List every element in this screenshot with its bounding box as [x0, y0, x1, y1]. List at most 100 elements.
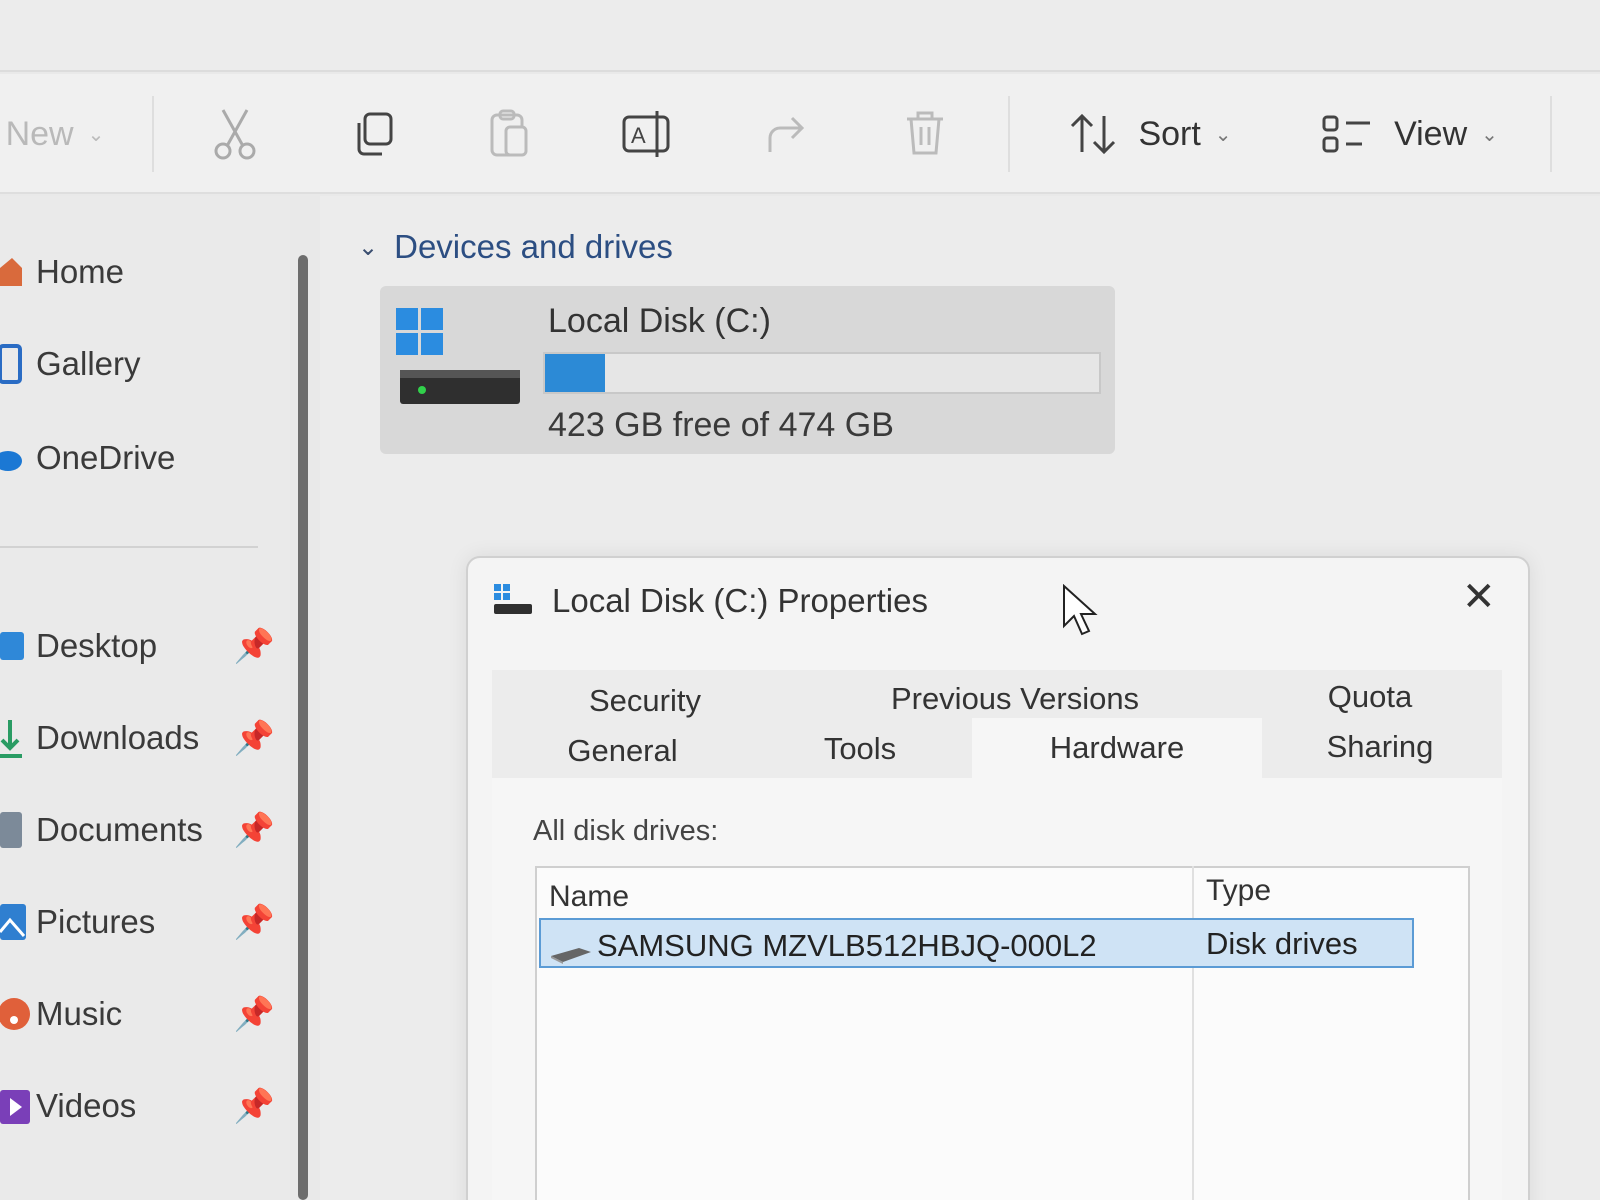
tab-quota[interactable]: Quota: [1300, 672, 1440, 722]
tab-previous-versions[interactable]: Previous Versions: [865, 674, 1165, 724]
trash-icon: [907, 111, 943, 155]
tab-general[interactable]: General: [535, 726, 710, 776]
rename-button[interactable]: A: [612, 74, 682, 194]
tab-label: Sharing: [1326, 729, 1434, 764]
toolbar-divider: [1550, 96, 1552, 172]
section-title: Devices and drives: [394, 228, 673, 265]
sidebar-item-desktop[interactable]: Desktop 📌: [0, 616, 285, 676]
pin-icon[interactable]: 📌: [234, 811, 275, 850]
pin-icon[interactable]: 📌: [234, 1087, 275, 1126]
music-icon: [0, 994, 34, 1034]
documents-icon: [0, 810, 34, 850]
home-icon: [0, 254, 34, 290]
tab-sharing[interactable]: Sharing: [1290, 722, 1470, 772]
svg-text:A: A: [631, 123, 646, 148]
sidebar-item-label: Videos: [36, 1087, 137, 1124]
sidebar-item-videos[interactable]: Videos 📌: [0, 1076, 285, 1136]
share-icon: [768, 116, 805, 152]
sidebar-item-label: Desktop: [36, 627, 158, 664]
windows-logo-icon: [396, 308, 443, 355]
sort-icon: [1071, 113, 1116, 155]
tab-label: Hardware: [1049, 730, 1185, 765]
paste-button[interactable]: [475, 74, 545, 194]
paste-icon: [490, 109, 528, 157]
drive-properties-icon: [494, 584, 532, 614]
desktop-icon: [0, 630, 34, 662]
window-title-bar: [0, 0, 1600, 72]
sidebar-item-label: Gallery: [36, 345, 141, 382]
sidebar-item-downloads[interactable]: Downloads 📌: [0, 708, 285, 768]
sort-button[interactable]: Sort ⌄: [1055, 74, 1245, 194]
chevron-down-icon: ⌄: [358, 233, 379, 261]
sidebar-item-onedrive[interactable]: OneDrive: [0, 428, 285, 488]
sort-label: Sort: [1138, 114, 1201, 153]
drive-model-cell: SAMSUNG MZVLB512HBJQ-000L2: [597, 928, 1097, 963]
copy-icon: [357, 112, 393, 156]
tab-label: General: [567, 733, 678, 768]
cut-icon: [214, 109, 256, 160]
pin-icon[interactable]: 📌: [234, 719, 275, 758]
delete-button[interactable]: [890, 74, 960, 194]
chevron-down-icon: ⌄: [1214, 123, 1232, 146]
sidebar-item-pictures[interactable]: Pictures 📌: [0, 892, 285, 952]
sidebar-item-label: Documents: [36, 811, 203, 848]
new-button[interactable]: New ⌄: [0, 74, 110, 194]
column-header-name[interactable]: Name: [549, 880, 629, 914]
all-disk-drives-label: All disk drives:: [533, 815, 719, 847]
view-button[interactable]: View ⌄: [1310, 74, 1510, 194]
sidebar-item-music[interactable]: Music 📌: [0, 984, 285, 1044]
sidebar-scrollbar[interactable]: [298, 255, 308, 1200]
view-label: View: [1394, 114, 1468, 153]
column-header-type[interactable]: Type: [1206, 874, 1271, 908]
tab-tools[interactable]: Tools: [780, 724, 940, 774]
gallery-icon: [0, 344, 34, 384]
tab-hardware[interactable]: Hardware: [972, 718, 1262, 778]
view-icon: [1322, 115, 1371, 153]
column-divider[interactable]: [1192, 866, 1194, 1200]
disk-drives-list[interactable]: [535, 866, 1470, 1200]
mouse-pointer-icon: [1063, 584, 1098, 636]
drive-usage-bar: [543, 352, 1101, 394]
toolbar-divider: [1008, 96, 1010, 172]
pin-icon[interactable]: 📌: [234, 627, 275, 666]
sidebar-divider: [0, 546, 258, 548]
sidebar-item-label: Pictures: [36, 903, 156, 940]
copy-button[interactable]: [338, 74, 408, 194]
hard-drive-icon: [400, 370, 520, 404]
command-bar: New ⌄ A Sort ⌄ View ⌄: [0, 74, 1600, 194]
downloads-icon: [0, 718, 34, 758]
drive-usage-fill: [545, 354, 605, 392]
drive-free-space: 423 GB free of 474 GB: [548, 406, 894, 444]
sidebar-item-documents[interactable]: Documents 📌: [0, 800, 285, 860]
toolbar-divider: [152, 96, 154, 172]
sidebar-item-label: Downloads: [36, 719, 200, 756]
drive-type-cell: Disk drives: [1206, 926, 1358, 961]
sidebar-item-home[interactable]: Home: [0, 242, 285, 302]
rename-icon: A: [622, 111, 670, 157]
videos-icon: [0, 1086, 34, 1126]
chevron-down-icon: ⌄: [87, 123, 105, 146]
tab-label: Security: [589, 683, 701, 718]
dialog-title: Local Disk (C:) Properties: [552, 582, 928, 619]
pictures-icon: [0, 902, 34, 942]
drive-name: Local Disk (C:): [548, 302, 771, 340]
tab-label: Previous Versions: [890, 681, 1140, 716]
sidebar-item-gallery[interactable]: Gallery: [0, 334, 285, 394]
pin-icon[interactable]: 📌: [234, 903, 275, 942]
new-button-label: New: [5, 114, 74, 153]
sidebar-item-label: Music: [36, 995, 123, 1032]
disk-drive-icon: [551, 948, 591, 964]
onedrive-icon: [0, 443, 34, 473]
chevron-down-icon: ⌄: [1481, 123, 1498, 146]
sidebar-item-label: Home: [36, 253, 125, 290]
tab-label: Tools: [823, 731, 897, 766]
pin-icon[interactable]: 📌: [234, 995, 275, 1034]
tab-label: Quota: [1327, 679, 1413, 714]
sidebar-item-label: OneDrive: [36, 439, 176, 476]
close-button[interactable]: ✕: [1462, 574, 1496, 620]
devices-section-header[interactable]: ⌄ Devices and drives: [358, 228, 673, 266]
close-icon: ✕: [1462, 575, 1496, 619]
cut-button[interactable]: [200, 74, 270, 194]
tab-security[interactable]: Security: [555, 676, 735, 726]
share-button[interactable]: [752, 74, 822, 194]
